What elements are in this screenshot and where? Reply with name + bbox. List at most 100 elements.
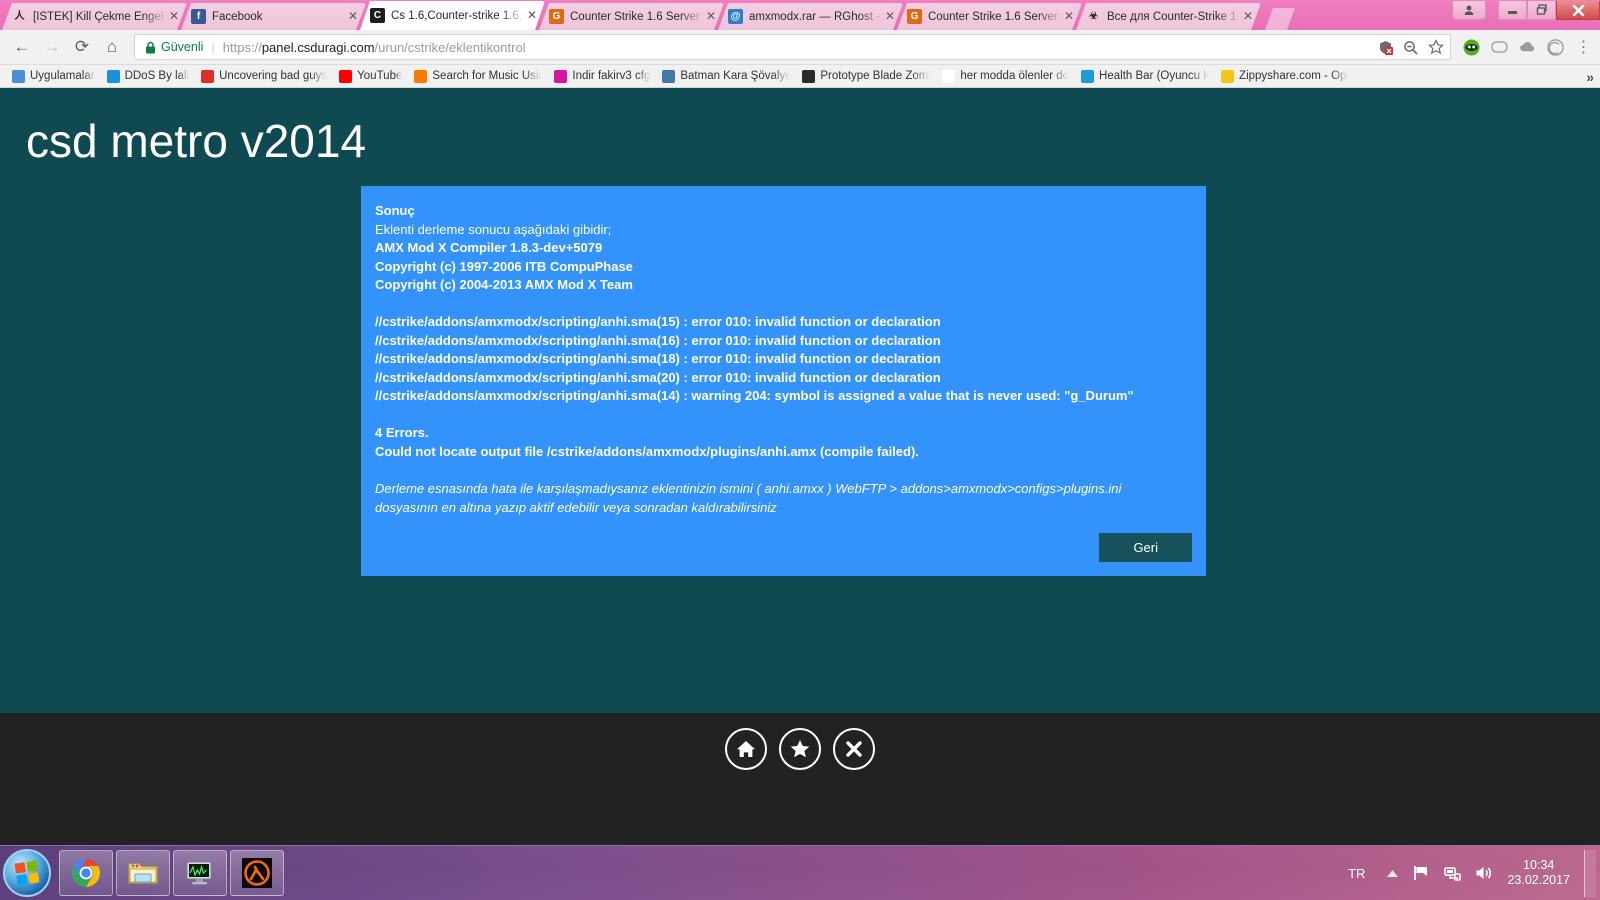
bookmark-item[interactable]: Batman Kara Şövalye xyxy=(656,69,796,83)
tab-title: Facebook xyxy=(212,10,263,23)
tab-strip: 人 [ISTEK] Kill Çekme Engel ✕ f Facebook ✕ C Cs … xyxy=(0,0,1600,30)
taskbar-clock[interactable]: 10:34 23.02.2017 xyxy=(1507,858,1570,888)
bookmark-item[interactable]: İndir fakirv3 cfg xyxy=(548,69,656,83)
chrome-taskbar-icon[interactable] xyxy=(59,850,113,896)
show-hidden-icons-button[interactable] xyxy=(1386,869,1399,878)
minimize-icon xyxy=(1508,10,1517,14)
cs-server-icon: G xyxy=(907,9,922,24)
star-icon xyxy=(790,740,810,758)
halflife-taskbar-icon[interactable] xyxy=(230,850,284,896)
close-icon xyxy=(1572,4,1584,16)
windows-taskbar: TR 10:34 23.02.2017 xyxy=(0,845,1600,900)
volume-icon[interactable] xyxy=(1475,865,1492,881)
explorer-taskbar-icon[interactable] xyxy=(116,850,170,896)
facebook-icon: f xyxy=(191,9,206,24)
network-icon[interactable] xyxy=(1444,865,1462,881)
start-button[interactable] xyxy=(3,849,51,897)
bookmarks-overflow-button[interactable]: » xyxy=(1578,65,1594,87)
browser-tab[interactable]: f Facebook ✕ xyxy=(181,3,366,30)
language-indicator[interactable]: TR xyxy=(1348,866,1365,881)
bookmark-label: YouTube xyxy=(357,70,403,82)
system-tray: TR 10:34 23.02.2017 xyxy=(1348,846,1600,900)
browser-tab[interactable]: C Cs 1.6,Counter-strike 1.6, ✕ xyxy=(360,1,545,30)
healthbar-icon xyxy=(1081,69,1095,83)
adblock-extension-icon[interactable] xyxy=(1463,39,1480,56)
bookmark-item[interactable]: YouTube xyxy=(333,69,408,83)
tab-close-button[interactable]: ✕ xyxy=(167,10,181,24)
browser-tab[interactable]: 人 [ISTEK] Kill Çekme Engel ✕ xyxy=(2,3,187,30)
restore-button[interactable] xyxy=(1527,1,1556,20)
back-button-geri[interactable]: Geri xyxy=(1099,533,1192,563)
tab-title: [ISTEK] Kill Çekme Engel xyxy=(33,10,164,23)
browser-tab[interactable]: @ amxmodx.rar — RGhost - ✕ xyxy=(718,3,903,30)
weather-extension-icon[interactable] xyxy=(1519,39,1536,56)
panel-spacer-1 xyxy=(375,295,1192,313)
footer-home-button[interactable] xyxy=(725,728,767,770)
browser-tab[interactable]: G Counter Strike 1.6 Server ✕ xyxy=(539,3,724,30)
tab-close-button[interactable]: ✕ xyxy=(346,10,360,24)
minimize-button[interactable] xyxy=(1498,1,1527,20)
summary-lines: 4 Errors. Could not locate output file /c… xyxy=(375,424,1192,461)
batman-icon xyxy=(662,69,676,83)
taskmanager-taskbar-icon[interactable] xyxy=(173,850,227,896)
biohazard-icon: ☣ xyxy=(1089,10,1098,22)
zoom-out-icon[interactable] xyxy=(1402,39,1419,56)
page-footer xyxy=(0,713,1600,845)
proxy-extension-icon[interactable] xyxy=(1491,39,1508,56)
omnibox-separator: | xyxy=(211,39,215,55)
forward-button[interactable]: → xyxy=(38,33,66,61)
bookmark-label: Prototype Blade Zomb xyxy=(820,70,931,82)
back-button[interactable]: ← xyxy=(8,33,36,61)
profile-button[interactable] xyxy=(1452,1,1486,20)
lock-icon xyxy=(146,41,155,53)
footer-favorites-button[interactable] xyxy=(779,728,821,770)
tab-close-button[interactable]: ✕ xyxy=(525,9,539,23)
screen: 人 [ISTEK] Kill Çekme Engel ✕ f Facebook ✕ C Cs … xyxy=(0,0,1600,900)
footer-close-button[interactable] xyxy=(833,728,875,770)
tab-close-button[interactable]: ✕ xyxy=(704,10,718,24)
bookmark-label: Uncovering bad guys xyxy=(219,70,328,82)
action-center-flag-icon[interactable] xyxy=(1413,865,1430,881)
spiral-extension-icon[interactable] xyxy=(1547,38,1564,56)
reload-button[interactable]: ⟳ xyxy=(68,33,96,61)
extension-icons: ⋮ xyxy=(1463,38,1592,56)
omnibox-icons xyxy=(1377,39,1444,56)
result-subheading: Eklenti derleme sonucu aşağıdaki gibidir… xyxy=(375,221,612,237)
panel-button-row: Geri xyxy=(375,533,1192,563)
bookmark-item[interactable]: Zippyshare.com - Ope xyxy=(1215,69,1355,83)
bookmark-item[interactable]: Search for Music Usin xyxy=(408,69,548,83)
close-window-button[interactable] xyxy=(1556,1,1600,20)
omnibox-url: https://panel.csduragi.com/urun/cstrike/… xyxy=(223,40,526,55)
diagnostic-line: //cstrike/addons/amxmodx/scripting/anhi.… xyxy=(375,351,941,367)
youtube-icon xyxy=(339,69,353,83)
person-icon xyxy=(942,69,956,83)
tab-close-button[interactable]: ✕ xyxy=(1062,10,1076,24)
chrome-menu-button[interactable]: ⋮ xyxy=(1575,39,1592,56)
compiler-info-line: AMX Mod X Compiler 1.8.3-dev+5079 xyxy=(375,240,603,256)
tab-close-button[interactable]: ✕ xyxy=(1241,10,1255,24)
bookmark-star-icon[interactable] xyxy=(1427,39,1444,56)
bookmark-item[interactable]: her modda ölenler do xyxy=(936,69,1075,83)
compiler-info-line: Copyright (c) 2004-2013 AMX Mod X Team xyxy=(375,277,633,293)
omnibox[interactable]: Güvenli | https://panel.csduragi.com/uru… xyxy=(134,34,1451,60)
chrome-browser-window: 人 [ISTEK] Kill Çekme Engel ✕ f Facebook ✕ C Cs … xyxy=(0,0,1600,845)
new-tab-button[interactable] xyxy=(1265,8,1295,30)
browser-tab[interactable]: G Counter Strike 1.6 Server ✕ xyxy=(897,3,1082,30)
apps-grid-icon xyxy=(12,69,25,83)
tab-title: amxmodx.rar — RGhost - xyxy=(749,10,880,23)
summary-line: Could not locate output file /cstrike/ad… xyxy=(375,443,919,459)
compile-result-panel: Sonuç Eklenti derleme sonucu aşağıdaki g… xyxy=(361,186,1206,577)
bookmark-item[interactable]: Health Bar (Oyuncu K xyxy=(1075,69,1215,83)
bookmark-item[interactable]: DDoS By lali xyxy=(101,69,196,83)
bookmark-item[interactable]: Prototype Blade Zomb xyxy=(796,69,936,83)
show-desktop-button[interactable] xyxy=(1584,849,1596,897)
browser-tab[interactable]: ☣ Все для Counter-Strike 1 ✕ xyxy=(1076,3,1261,30)
diagnostic-line: //cstrike/addons/amxmodx/scripting/anhi.… xyxy=(375,313,941,329)
bookmark-label: Batman Kara Şövalye xyxy=(680,70,791,82)
home-button[interactable]: ⌂ xyxy=(98,33,126,61)
cookie-blocked-icon[interactable] xyxy=(1377,39,1394,56)
bookmark-item[interactable]: Uygulamalar xyxy=(6,69,101,83)
tab-close-button[interactable]: ✕ xyxy=(883,10,897,24)
bookmark-item[interactable]: Uncovering bad guys xyxy=(195,69,333,83)
tab-title: Counter Strike 1.6 Server xyxy=(928,10,1058,23)
